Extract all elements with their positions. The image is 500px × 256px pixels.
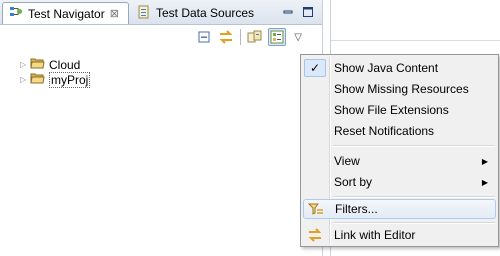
submenu-arrow-icon: ▶ <box>481 156 488 166</box>
view-tab-bar: Test Navigator ⊠ Test Data Sources <box>0 0 322 25</box>
tree-item-label: myProj <box>49 71 91 88</box>
menu-item-label: Show File Extensions <box>334 103 449 117</box>
test-data-sources-icon <box>137 5 151 22</box>
folder-icon <box>30 72 45 87</box>
show-data-icon[interactable] <box>246 28 264 46</box>
tab-test-data-sources[interactable]: Test Data Sources <box>131 2 259 24</box>
minimize-icon[interactable] <box>282 6 294 18</box>
view-menu-popup: ✓ Show Java Content Show Missing Resourc… <box>300 54 499 247</box>
menu-item-link-with-editor[interactable]: Link with Editor <box>303 225 496 245</box>
folder-icon <box>30 57 45 72</box>
submenu-arrow-icon: ▶ <box>481 177 488 187</box>
menu-item-label: Reset Notifications <box>334 124 435 138</box>
test-navigator-icon <box>9 5 23 22</box>
link-with-editor-icon <box>304 226 326 244</box>
filter-icon <box>305 200 327 218</box>
menu-separator <box>333 145 495 147</box>
link-with-editor-icon[interactable] <box>217 28 235 46</box>
toolbar-separator <box>240 29 242 45</box>
view-menu-chevron-down-icon[interactable]: ▽ <box>294 32 302 43</box>
tab-test-navigator[interactable]: Test Navigator ⊠ <box>2 2 129 24</box>
tab-test-navigator-label: Test Navigator <box>28 6 105 21</box>
close-icon[interactable]: ⊠ <box>110 7 119 20</box>
menu-item-label: View <box>334 154 360 168</box>
view-toolbar: ▽ <box>191 27 302 47</box>
menu-item-label: Sort by <box>334 175 373 189</box>
project-tree: ▷ Cloud ▷ myProj <box>20 57 91 88</box>
menu-separator <box>333 222 495 224</box>
menu-item-label: Show Missing Resources <box>334 82 469 96</box>
test-navigator-view: Test Navigator ⊠ Test Data Sources ▽ ▷ C… <box>0 0 323 256</box>
menu-item-label: Filters... <box>335 202 378 216</box>
menu-item-show-missing-resources[interactable]: Show Missing Resources <box>303 79 496 99</box>
collapse-all-icon[interactable] <box>195 28 213 46</box>
menu-separator <box>333 196 495 198</box>
tree-item-label: Cloud <box>49 57 81 72</box>
tree-item-cloud[interactable]: ▷ Cloud <box>20 57 90 72</box>
menu-item-label: Link with Editor <box>334 228 416 242</box>
tab-test-data-sources-label: Test Data Sources <box>156 6 255 20</box>
menu-item-reset-notifications[interactable]: Reset Notifications <box>303 121 496 141</box>
tree-item-myproj[interactable]: ▷ myProj <box>20 71 91 88</box>
maximize-icon[interactable] <box>302 6 314 18</box>
editor-area-header <box>330 0 500 41</box>
menu-item-sort-by[interactable]: Sort by ▶ <box>303 172 496 192</box>
show-java-content-icon[interactable] <box>268 28 287 46</box>
checkmark-icon: ✓ <box>304 59 326 77</box>
menu-item-show-file-extensions[interactable]: Show File Extensions <box>303 100 496 120</box>
expand-arrow-icon[interactable]: ▷ <box>20 60 30 69</box>
menu-item-label: Show Java Content <box>334 61 439 75</box>
expand-arrow-icon[interactable]: ▷ <box>20 75 30 84</box>
menu-item-filters[interactable]: Filters... <box>303 199 496 219</box>
menu-item-show-java-content[interactable]: ✓ Show Java Content <box>303 58 496 78</box>
menu-item-view[interactable]: View ▶ <box>303 151 496 171</box>
